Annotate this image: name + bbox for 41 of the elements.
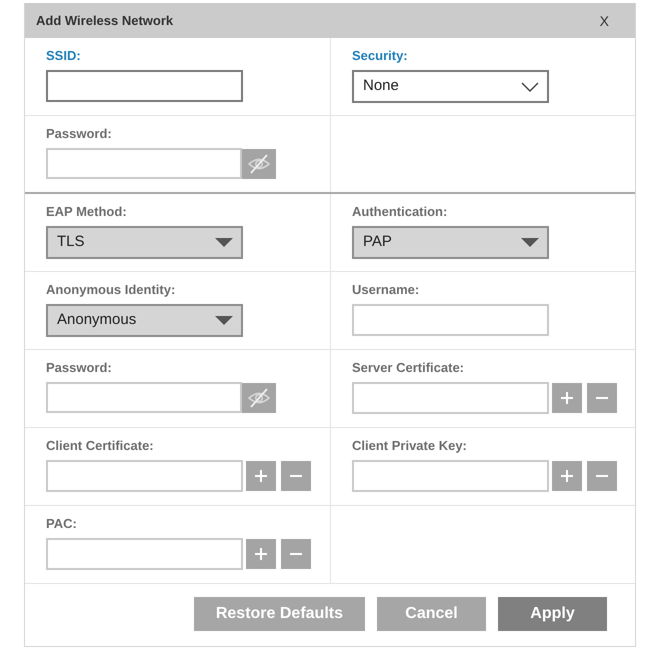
field-label: Password: [46, 125, 112, 143]
minus-icon [290, 553, 302, 555]
minus-icon [596, 475, 608, 477]
eye-slash-icon [248, 154, 270, 174]
plus-icon [561, 392, 573, 404]
show-password-button[interactable] [242, 382, 276, 412]
plus-icon [255, 548, 267, 560]
add-button[interactable] [552, 461, 582, 491]
minus-icon [596, 397, 608, 399]
field-label: Security: [352, 47, 408, 65]
remove-button[interactable] [587, 461, 617, 491]
remove-button[interactable] [281, 461, 311, 491]
field-label: Server Certificate: [352, 359, 464, 377]
plus-icon [255, 470, 267, 482]
close-button[interactable]: X [596, 12, 613, 30]
add-button[interactable] [246, 461, 276, 491]
field-label: Client Certificate: [46, 437, 154, 455]
remove-button[interactable] [587, 383, 617, 413]
add-button[interactable] [246, 539, 276, 569]
apply-button[interactable]: Apply [498, 597, 607, 631]
field-label: Client Private Key: [352, 437, 467, 455]
chevron-down-icon [521, 82, 539, 92]
text-field[interactable] [46, 70, 243, 102]
dropdown[interactable]: None [352, 70, 549, 103]
show-password-button[interactable] [242, 148, 276, 178]
field-label: SSID: [46, 47, 81, 65]
field-label: Authentication: [352, 203, 448, 221]
field-label: EAP Method: [46, 203, 127, 221]
plus-icon [561, 470, 573, 482]
add-button[interactable] [552, 383, 582, 413]
eye-slash-icon [248, 388, 270, 408]
caret-down-icon [215, 316, 233, 325]
minus-icon [290, 475, 302, 477]
dialog-title: Add Wireless Network [36, 12, 174, 30]
field-label: Password: [46, 359, 112, 377]
field-label: PAC: [46, 515, 77, 533]
remove-button[interactable] [281, 539, 311, 569]
field-label: Anonymous Identity: [46, 281, 176, 299]
caret-down-icon [215, 238, 233, 247]
field-label: Username: [352, 281, 420, 299]
caret-down-icon [521, 238, 539, 247]
